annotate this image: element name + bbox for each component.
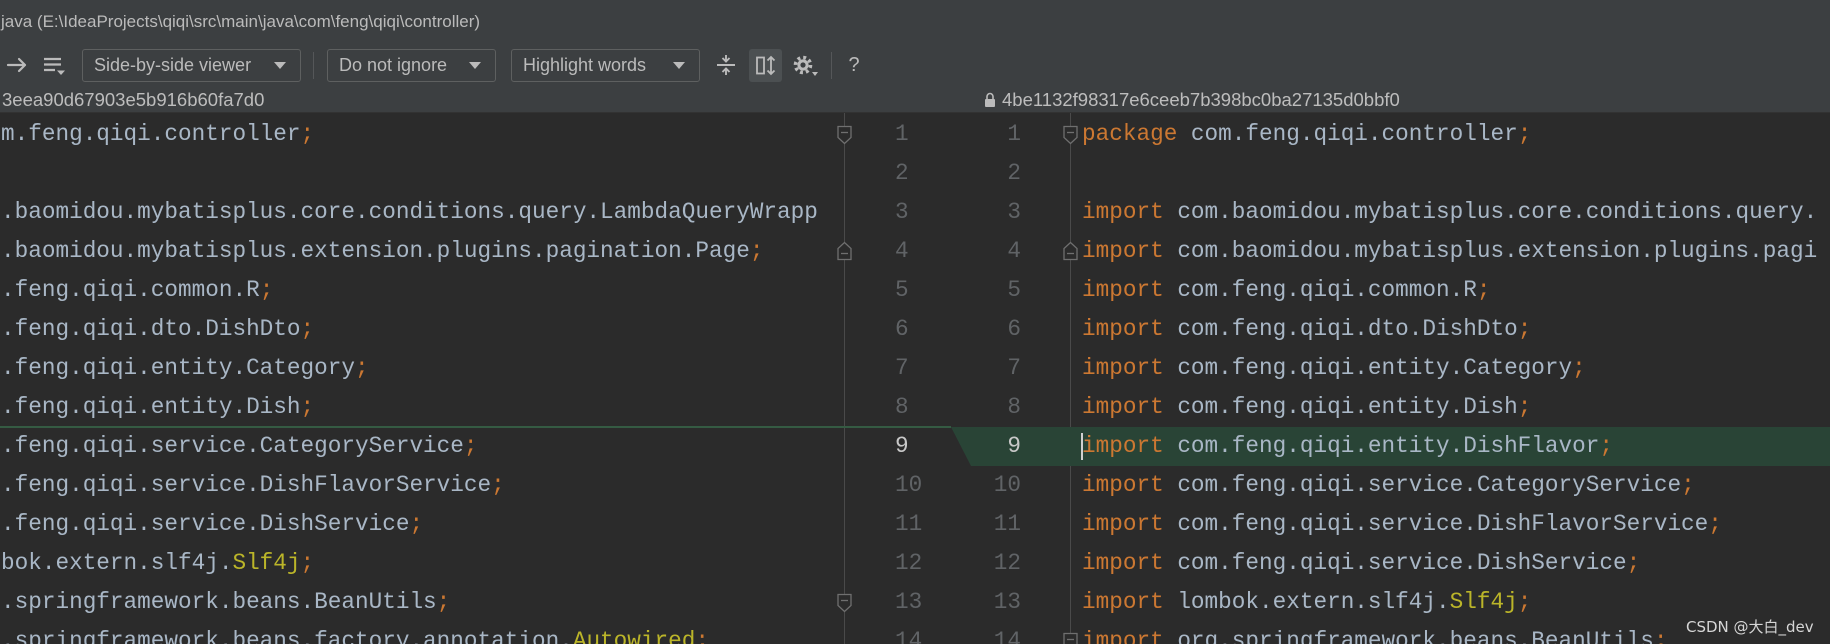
right-revision-hash: 4be1132f98317e6ceeb7b398bc0ba27135d0bbf0 <box>1002 89 1400 110</box>
lock-icon <box>985 92 995 107</box>
watermark: CSDN @大白_dev <box>1686 618 1814 636</box>
collapse-unchanged-button[interactable] <box>713 52 739 78</box>
window-title: java (E:\IdeaProjects\qiqi\src\main\java… <box>1 12 481 31</box>
arrow-right-icon <box>6 57 27 73</box>
diff-toolbar: Side-by-side viewer Do not ignore Highli… <box>0 44 1830 87</box>
help-icon[interactable]: ? <box>842 52 866 78</box>
settings-button[interactable] <box>790 52 820 78</box>
sync-scroll-toggle[interactable] <box>749 49 782 82</box>
fold-end-icon[interactable] <box>1063 241 1078 261</box>
chevron-down-icon <box>469 62 481 69</box>
fold-markers <box>837 125 1078 644</box>
fold-start-icon[interactable] <box>1063 632 1078 644</box>
viewer-mode-label: Side-by-side viewer <box>94 55 252 75</box>
next-difference-button[interactable] <box>4 52 30 78</box>
diff-menu-button[interactable] <box>40 52 68 78</box>
ignore-whitespace-dropdown[interactable]: Do not ignore <box>327 49 496 82</box>
fold-end-icon[interactable] <box>837 241 852 261</box>
diff-editor: m.feng.qiqi.controller; .baomidou.mybatis… <box>0 113 1830 644</box>
toolbar-separator <box>313 52 314 79</box>
text-caret <box>1081 433 1083 460</box>
fold-start-icon[interactable] <box>837 125 852 145</box>
viewer-mode-dropdown[interactable]: Side-by-side viewer <box>82 49 301 82</box>
ignore-mode-label: Do not ignore <box>339 55 448 75</box>
fold-start-icon[interactable] <box>1063 125 1078 145</box>
chevron-down-icon <box>673 62 685 69</box>
highlight-mode-dropdown[interactable]: Highlight words <box>511 49 700 82</box>
collapse-unchanged-icon <box>717 55 735 75</box>
fold-start-icon[interactable] <box>837 593 852 613</box>
left-revision-hash: 3eea90d67903e5b916b60fa7d0 <box>2 89 265 110</box>
revision-header: 3eea90d67903e5b916b60fa7d0 4be1132f98317… <box>0 87 1830 113</box>
toolbar-separator <box>831 52 832 79</box>
chevron-down-icon <box>274 62 286 69</box>
gear-icon <box>793 55 818 76</box>
window-title-bar: java (E:\IdeaProjects\qiqi\src\main\java… <box>0 0 1830 44</box>
list-menu-icon <box>44 57 65 75</box>
sync-scroll-icon <box>756 55 776 76</box>
highlight-mode-label: Highlight words <box>523 55 647 75</box>
